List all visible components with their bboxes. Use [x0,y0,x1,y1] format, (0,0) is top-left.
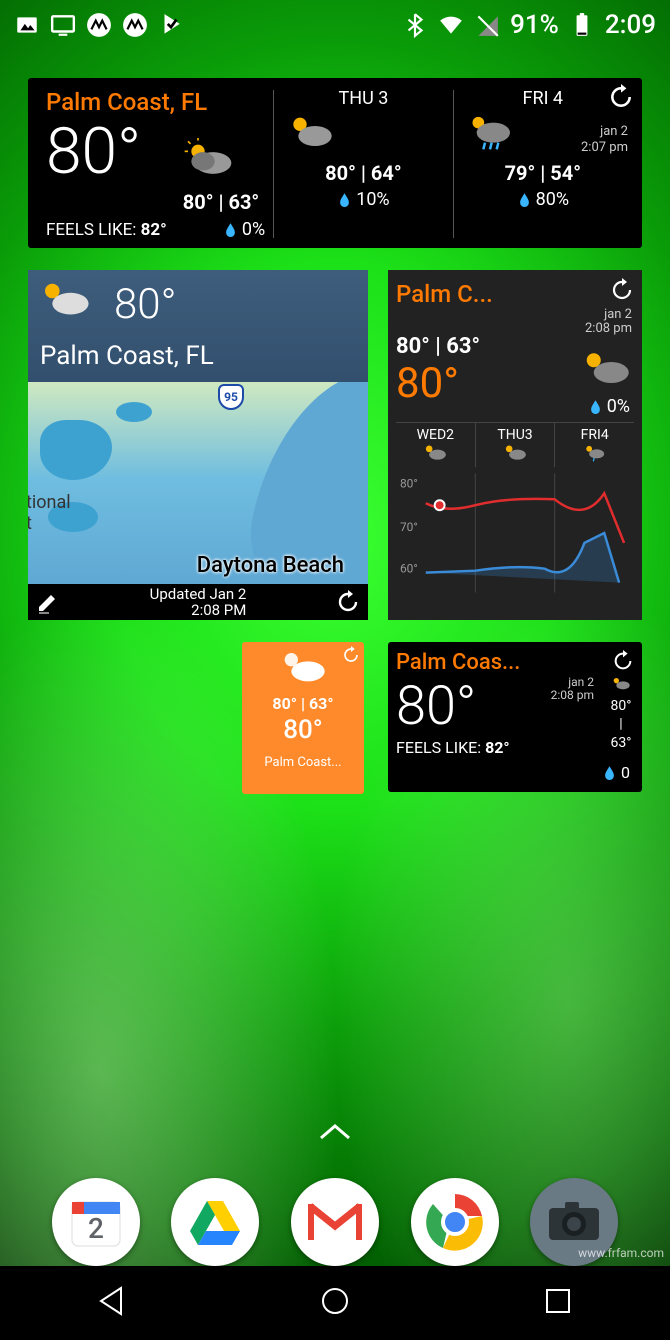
day-label: FRI 4 [462,88,624,109]
status-bar: 91% 2:09 [0,0,670,50]
chrome-app-icon[interactable] [411,1178,499,1266]
hi-lo: 79° | 54° [462,161,624,185]
location-label: Palm C... [396,280,634,308]
refresh-icon[interactable] [610,278,634,302]
day-label: WED2 [396,427,475,443]
no-sim-icon [474,12,500,38]
watermark: www.frfam.com [578,1246,664,1260]
edit-icon[interactable] [36,590,60,614]
bluetooth-icon [402,12,428,38]
refresh-icon[interactable] [342,646,360,664]
weather-widget-small-orange[interactable]: 80° | 63° 80° Palm Coast... [242,642,364,794]
partly-cloudy-icon [578,347,634,395]
day-label: THU 3 [282,88,444,109]
refresh-icon[interactable] [608,84,634,110]
clock: 2:09 [605,10,656,40]
home-button[interactable] [318,1284,352,1322]
partly-cloudy-icon [610,676,632,692]
drive-app-icon[interactable] [171,1178,259,1266]
partly-cloudy-icon [36,278,94,326]
location-label: Palm Coas... [396,650,566,675]
partly-cloudy-icon [180,138,236,182]
location-label: Palm Coast... [248,755,358,770]
raindrop-icon [517,192,532,207]
svg-text:70°: 70° [400,520,418,534]
hi-lo: 80° | 63° [248,694,358,713]
recents-button[interactable] [541,1284,575,1322]
svg-text:60°: 60° [400,562,418,576]
weather-widget-small-black[interactable]: Palm Coas... 80° jan 22:08 pm 80°|63° FE… [388,642,642,792]
calendar-app-icon[interactable]: 2 [52,1178,140,1266]
hi-lo: 80° | 63° [46,190,265,214]
svg-text:2: 2 [88,1212,104,1245]
updated-date: Updated Jan 2 [150,586,247,603]
feels-like: FEELS LIKE: 82° [396,738,634,757]
battery-pct: 91% [510,10,559,40]
temperature-chart: 80° 70° 60° [396,473,634,593]
updated-date: jan 2 [581,124,628,140]
dock: 2 [0,1178,670,1266]
location-label: Palm Coast, FL [46,88,265,116]
moto-icon [122,12,148,38]
location-label: Palm Coast, FL [40,341,356,371]
map-label: tionalt [28,492,71,534]
updated-time: 2:07 pm [581,140,628,156]
back-button[interactable] [95,1284,129,1322]
temperature: 80° [396,359,480,408]
day-label: THU3 [476,427,555,443]
cast-icon [50,12,76,38]
gmail-app-icon[interactable] [291,1178,379,1266]
svg-text:80°: 80° [400,476,418,490]
map-view[interactable]: 95 tionalt Daytona Beach [28,382,368,584]
raindrop-icon [588,399,603,414]
refresh-icon[interactable] [612,650,634,672]
highway-shield: 95 [218,384,244,410]
image-icon [14,12,40,38]
app-drawer-handle[interactable] [317,1120,353,1146]
refresh-icon[interactable] [336,590,360,614]
wifi-icon [438,12,464,38]
weather-widget-graph[interactable]: Palm C... jan 22:08 pm 80° | 63° 80° 0% … [388,270,642,620]
updated-time: 2:08 PM [150,602,247,619]
hi-lo: 80°|63° [610,676,632,752]
hi-lo: 80° | 63° [396,334,480,359]
temperature: 80° [248,715,358,745]
navigation-bar [0,1266,670,1340]
raindrop-icon [337,192,352,207]
raindrop-icon [602,765,617,780]
battery-icon [569,12,595,38]
feels-like: FEELS LIKE: 82° [46,220,167,240]
map-city-label: Daytona Beach [197,553,344,578]
play-protect-icon [158,12,184,38]
raindrop-icon [223,222,238,237]
partly-cloudy-icon [282,111,444,155]
weather-widget-wide[interactable]: Palm Coast, FL 80° 80° | 63° FEELS LIKE:… [28,78,642,248]
partly-cloudy-icon [275,673,331,692]
temperature: 80° [46,120,141,184]
moto-icon [86,12,112,38]
temperature: 80° [396,675,634,738]
weather-map-widget[interactable]: 80° Palm Coast, FL 95 tionalt Daytona Be… [28,270,368,620]
day-label: FRI4 [555,427,634,443]
temperature: 80° [114,280,356,329]
hi-lo: 80° | 64° [282,161,444,185]
